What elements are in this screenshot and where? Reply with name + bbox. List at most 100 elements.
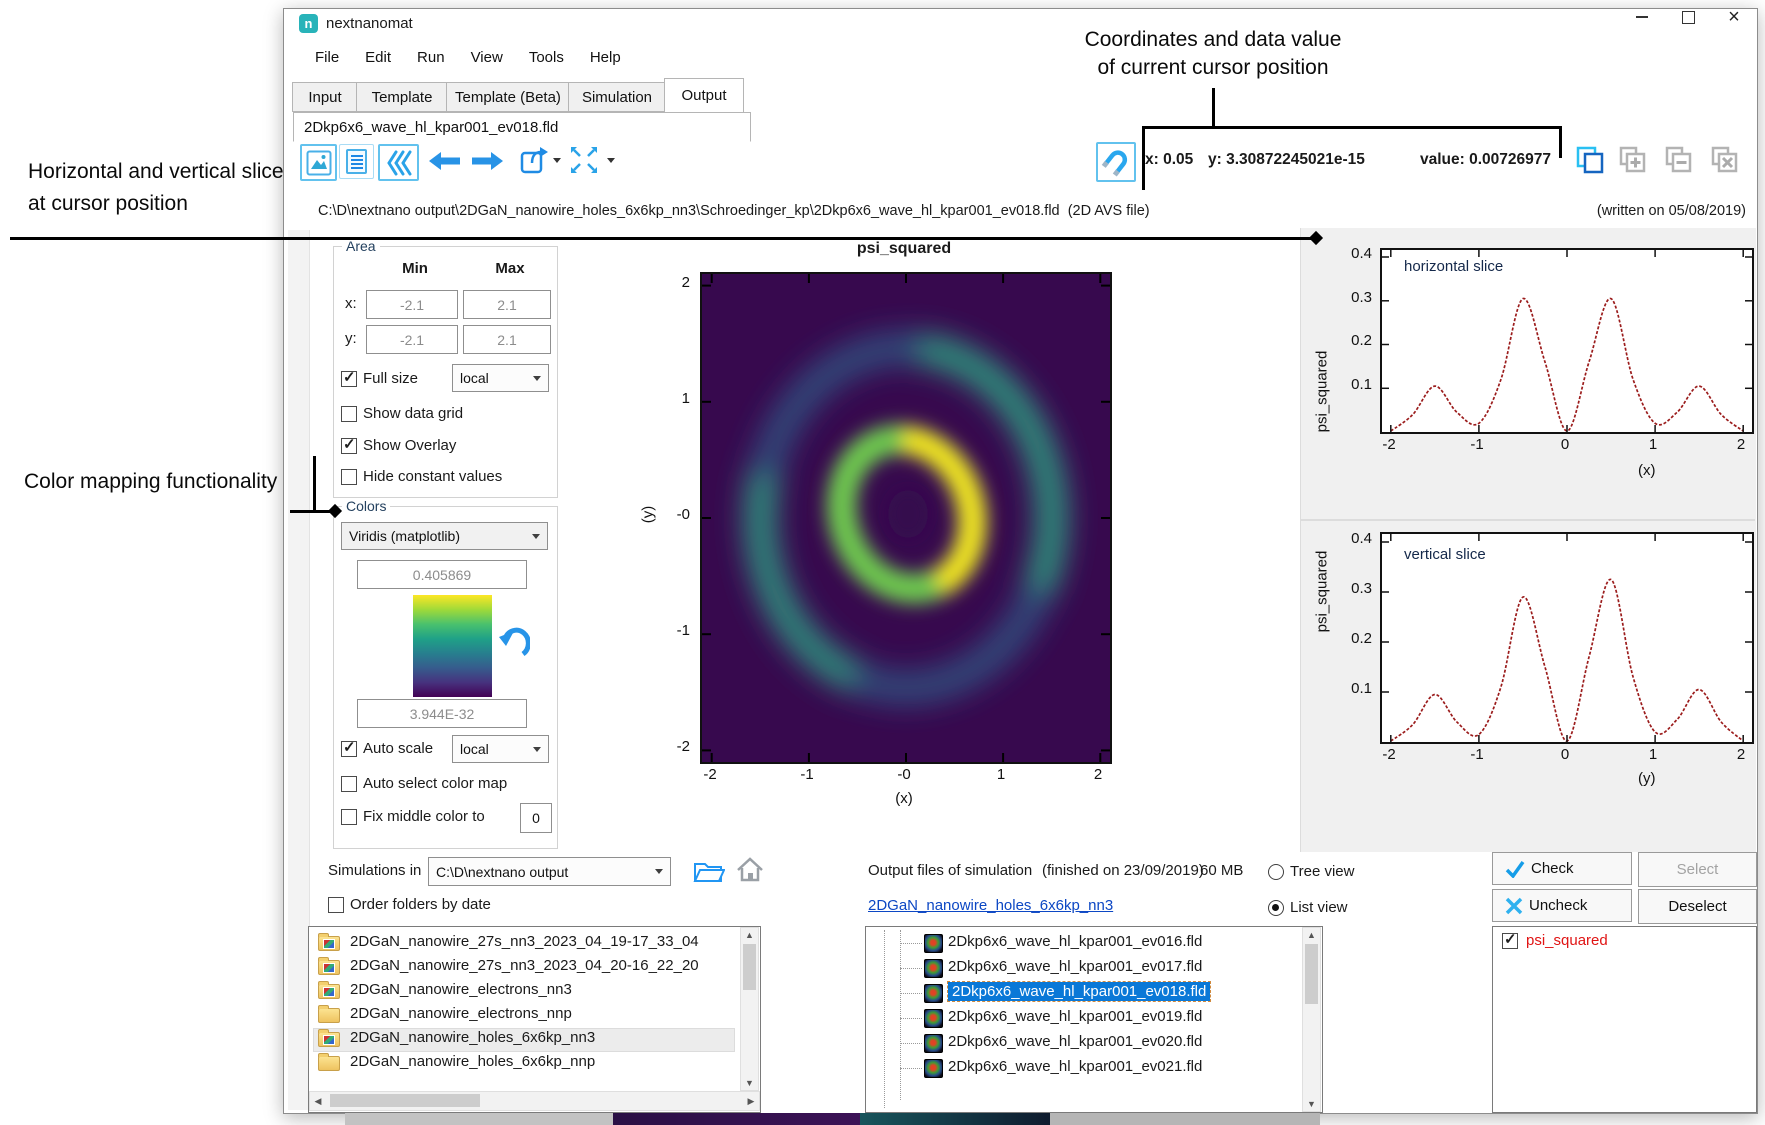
close-plot-button[interactable] (1708, 144, 1742, 176)
slices-button[interactable] (378, 144, 419, 181)
menu-file[interactable]: File (302, 44, 352, 71)
order-by-date-checkbox[interactable] (328, 897, 344, 913)
tab-output[interactable]: Output (664, 78, 744, 113)
x-min-field[interactable]: -2.1 (366, 290, 458, 319)
show-overlay-label: Show Overlay (363, 437, 456, 454)
tab-template-beta[interactable]: Template (Beta) (446, 82, 570, 112)
fullscreen-dropdown-caret[interactable] (607, 158, 615, 163)
document-tab[interactable]: 2Dkp6x6_wave_hl_kpar001_ev018.fld (293, 112, 751, 142)
colormap-max-field[interactable]: 0.405869 (357, 560, 527, 589)
show-overlay-checkbox[interactable] (341, 438, 357, 454)
back-button[interactable] (424, 146, 464, 176)
scroll-up-icon[interactable]: ▲ (741, 928, 758, 942)
export-dropdown-caret[interactable] (553, 158, 561, 163)
check-button[interactable]: Check (1492, 852, 1632, 885)
colormap-gradient-swatch (413, 595, 492, 697)
x-max-field[interactable]: 2.1 (463, 290, 551, 319)
maximize-button[interactable] (1665, 1, 1711, 33)
scroll-down-icon[interactable]: ▼ (741, 1076, 758, 1090)
tree-view-radio[interactable] (1268, 864, 1284, 880)
show-data-grid-checkbox[interactable] (341, 406, 357, 422)
main-xtick: -0 (882, 766, 926, 783)
full-size-checkbox[interactable] (341, 371, 357, 387)
open-folder-image-icon (318, 1032, 340, 1047)
folder-list-vscrollbar[interactable]: ▲ ▼ (740, 927, 759, 1091)
forward-button[interactable] (468, 146, 508, 176)
main-xtick: -2 (688, 766, 732, 783)
auto-scale-scope-select[interactable]: local (452, 735, 549, 763)
folder-image-icon (318, 984, 340, 999)
minimize-button[interactable] (1619, 1, 1665, 33)
scroll-left-icon[interactable]: ◀ (310, 1092, 326, 1110)
simulation-folder-link[interactable]: 2DGaN_nanowire_holes_6x6kp_nn3 (868, 897, 1113, 914)
vslice-xtick: 0 (1545, 746, 1585, 763)
select-button[interactable]: Select (1638, 852, 1757, 887)
browse-folder-button[interactable] (692, 856, 726, 886)
scroll-right-icon[interactable]: ▶ (743, 1092, 759, 1110)
tree-guide (884, 930, 885, 1108)
vertical-slice-label: vertical slice (1404, 546, 1486, 563)
fix-middle-checkbox[interactable] (341, 809, 357, 825)
fix-middle-value-field[interactable]: 0 (520, 803, 552, 833)
chevron-down-icon (532, 534, 540, 539)
vslice-xtick: 2 (1721, 746, 1761, 763)
deselect-button[interactable]: Deselect (1638, 889, 1757, 924)
uncheck-button[interactable]: Uncheck (1492, 889, 1632, 922)
left-splitter[interactable] (288, 230, 310, 1110)
scrollbar-thumb[interactable] (330, 1094, 480, 1107)
file-list-vscrollbar[interactable]: ▲ ▼ (1302, 927, 1321, 1112)
coords-annotation-stem (1212, 88, 1215, 126)
field-thumbnail-icon (924, 1034, 943, 1053)
add-plot-button[interactable] (1616, 144, 1650, 176)
remove-plot-button[interactable] (1662, 144, 1696, 176)
scrollbar-thumb[interactable] (743, 944, 756, 990)
menu-view[interactable]: View (458, 44, 516, 71)
tree-guide (900, 930, 901, 1100)
area-panel-title: Area (342, 238, 380, 254)
main-ytick: 2 (650, 274, 690, 291)
y-max-field[interactable]: 2.1 (463, 325, 551, 354)
text-view-button[interactable] (339, 144, 374, 179)
auto-scale-checkbox[interactable] (341, 741, 357, 757)
tab-simulation[interactable]: Simulation (568, 82, 666, 112)
menu-run[interactable]: Run (404, 44, 458, 71)
auto-select-colormap-checkbox[interactable] (341, 776, 357, 792)
vslice-xtick: -2 (1369, 746, 1409, 763)
export-button[interactable] (518, 143, 552, 177)
plot-view-button[interactable] (300, 144, 337, 181)
fullscreen-button[interactable] (566, 143, 602, 177)
copy-plot-button[interactable] (1574, 144, 1606, 176)
flip-colormap-button[interactable] (496, 620, 532, 660)
colormap-select[interactable]: Viridis (matplotlib) (341, 522, 548, 550)
vertical-slice-ticks (1382, 534, 1752, 742)
menu-tools[interactable]: Tools (516, 44, 577, 71)
vertical-slice-xlabel: (y) (1638, 770, 1656, 787)
menu-help[interactable]: Help (577, 44, 634, 71)
min-header: Min (370, 260, 460, 277)
close-button[interactable]: × (1711, 1, 1757, 33)
colormap-min-field[interactable]: 3.944E-32 (357, 699, 527, 728)
home-button[interactable] (734, 854, 766, 886)
scrollbar-thumb[interactable] (1305, 944, 1318, 1004)
simulations-path-combo[interactable]: C:\D\nextnano output (428, 857, 671, 886)
colormap-annotation: Color mapping functionality (24, 470, 277, 494)
tab-template[interactable]: Template (356, 82, 448, 112)
folder-image-icon (318, 960, 340, 975)
dataset-checkbox[interactable] (1502, 933, 1518, 949)
scroll-down-icon[interactable]: ▼ (1303, 1097, 1320, 1111)
full-size-scope-select[interactable]: local (452, 364, 549, 392)
main-heatmap-plot[interactable] (700, 272, 1112, 764)
menu-edit[interactable]: Edit (352, 44, 404, 71)
scroll-up-icon[interactable]: ▲ (1303, 928, 1320, 942)
tab-input[interactable]: Input (292, 82, 358, 112)
hide-constant-checkbox[interactable] (341, 469, 357, 485)
y-min-field[interactable]: -2.1 (366, 325, 458, 354)
main-xlabel: (x) (884, 790, 924, 807)
folder-row-selected[interactable]: 2DGaN_nanowire_holes_6x6kp_nn3 (314, 1029, 734, 1051)
magnet-snap-button[interactable] (1096, 142, 1136, 182)
slice-panel-divider[interactable] (1300, 519, 1755, 521)
horizontal-slice-plot (1380, 248, 1754, 434)
coords-annotation-bracket-left (1142, 126, 1145, 190)
list-view-radio[interactable] (1268, 900, 1284, 916)
folder-list-hscrollbar[interactable]: ◀ ▶ (309, 1091, 760, 1111)
